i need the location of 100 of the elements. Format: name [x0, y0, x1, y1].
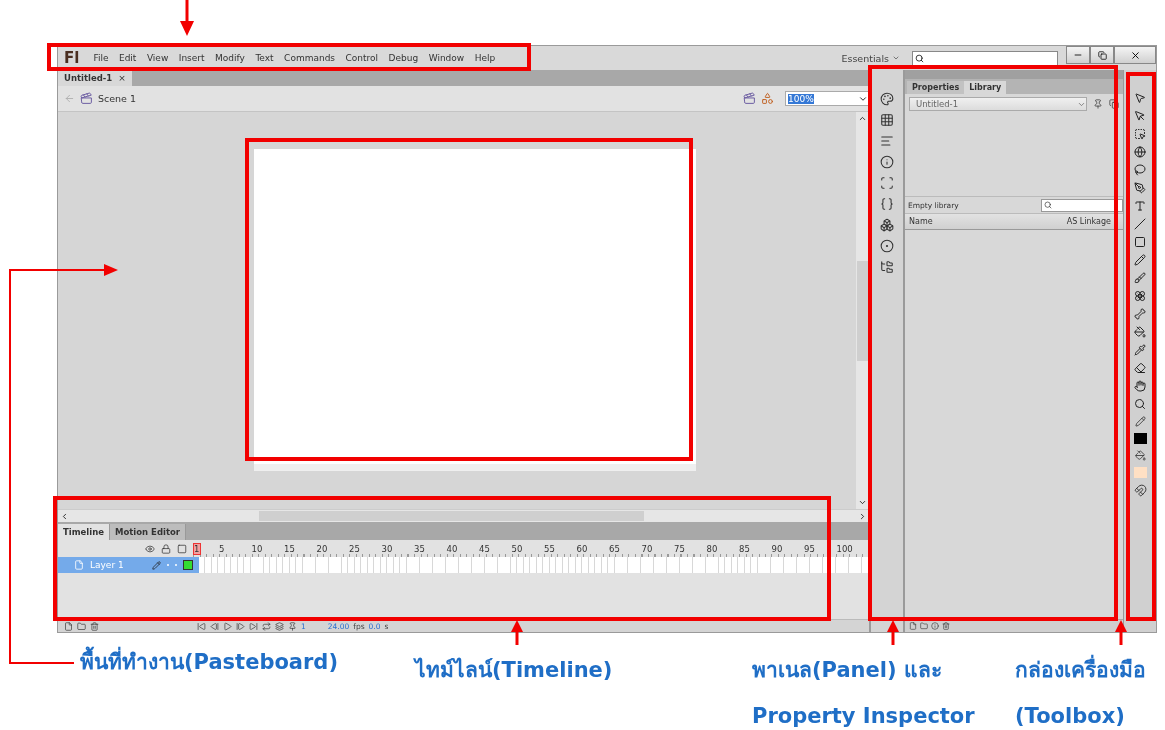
eraser-icon[interactable]: [1134, 362, 1146, 374]
scroll-thumb[interactable]: [857, 260, 868, 361]
workspace-switcher[interactable]: Essentials: [841, 52, 900, 64]
align-icon[interactable]: [880, 134, 894, 148]
brush-icon[interactable]: [1134, 272, 1146, 284]
dots-icon[interactable]: [880, 239, 894, 253]
menu-item[interactable]: View: [146, 53, 169, 63]
annotation-label: (Toolbox): [1015, 703, 1126, 730]
lasso-icon[interactable]: [1134, 164, 1146, 176]
bone-icon[interactable]: [1134, 308, 1146, 320]
menu-item[interactable]: Edit: [118, 53, 137, 63]
chevron-right-icon[interactable]: [858, 511, 867, 521]
menu-item[interactable]: File: [93, 53, 109, 63]
frame-number: 100: [836, 543, 854, 554]
new-layer-icon[interactable]: [64, 621, 73, 631]
outline-swatch[interactable]: [183, 560, 193, 570]
close-button[interactable]: [1114, 46, 1156, 64]
panel-tab[interactable]: Properties: [907, 81, 965, 94]
annotation-arrow: [511, 620, 523, 645]
sphere-icon[interactable]: [1134, 146, 1146, 158]
menu-item[interactable]: Insert: [178, 53, 205, 63]
menu-item[interactable]: Text: [255, 53, 274, 63]
menu-item[interactable]: Window: [428, 53, 465, 63]
search-icon: [915, 53, 924, 63]
eye-icon[interactable]: [145, 543, 155, 554]
menu-item[interactable]: Debug: [388, 53, 419, 63]
frame-number: 60: [576, 543, 589, 554]
app-logo: Fl: [64, 49, 80, 67]
scene-name: Scene 1: [98, 93, 137, 104]
edit-symbol-icon[interactable]: [761, 92, 774, 105]
lock-icon[interactable]: [161, 543, 171, 554]
arrow-pointer-icon[interactable]: [1134, 92, 1146, 104]
color-swatch[interactable]: [1133, 433, 1147, 444]
chevron-left-icon[interactable]: [60, 511, 69, 521]
magnet-icon[interactable]: [1133, 484, 1147, 497]
frame-number: 95: [804, 543, 816, 554]
rectangle-icon[interactable]: [1134, 236, 1146, 248]
hand-icon[interactable]: [1134, 380, 1146, 392]
panel-tab[interactable]: Library: [964, 81, 1007, 94]
frame-number: 20: [316, 543, 329, 554]
zoom-field[interactable]: 100%: [785, 91, 869, 106]
document-dropdown[interactable]: Untitled-1: [909, 97, 1087, 111]
menu-item[interactable]: Control: [345, 53, 379, 63]
close-icon: [1129, 49, 1141, 61]
horizontal-scrollbar[interactable]: [58, 509, 869, 522]
eyedropper-icon[interactable]: [1134, 344, 1146, 356]
step-back-icon[interactable]: [210, 621, 219, 631]
new-symbol-icon[interactable]: [909, 622, 917, 630]
column-header[interactable]: Name: [909, 217, 1067, 226]
edit-scene-icon[interactable]: [743, 92, 756, 105]
pen-icon[interactable]: [1134, 182, 1146, 194]
new-library-icon[interactable]: [1109, 99, 1119, 109]
pencil-icon[interactable]: [1134, 254, 1146, 266]
cubes-icon[interactable]: [880, 218, 894, 232]
panel-tab[interactable]: Timeline: [58, 524, 110, 540]
folder-icon[interactable]: [77, 621, 86, 631]
column-header[interactable]: AS Linkage: [1066, 217, 1111, 226]
trash-icon[interactable]: [90, 621, 99, 631]
last-frame-icon[interactable]: [249, 621, 258, 631]
panel-tab[interactable]: Motion Editor: [110, 524, 186, 540]
menu-item[interactable]: Modify: [215, 53, 245, 63]
pin-icon[interactable]: [1093, 99, 1103, 109]
search-field[interactable]: [912, 50, 1058, 66]
info-icon[interactable]: [880, 155, 894, 169]
menu-item[interactable]: Help: [474, 53, 496, 63]
text-tool-icon[interactable]: [1134, 200, 1146, 212]
flower-icon[interactable]: [1134, 290, 1146, 302]
annotation-label: Property Inspector: [752, 703, 976, 730]
palette-icon[interactable]: [880, 92, 894, 106]
first-frame-icon[interactable]: [197, 621, 206, 631]
loop-icon[interactable]: [262, 621, 271, 631]
frame-number: 45: [479, 543, 491, 554]
folder-icon[interactable]: [880, 260, 894, 274]
new-folder-icon[interactable]: [920, 622, 928, 630]
marker-icon[interactable]: [288, 621, 297, 631]
restore-button[interactable]: [1090, 46, 1114, 64]
minimize-button[interactable]: [1066, 46, 1090, 64]
frame-cells[interactable]: [199, 557, 869, 573]
zoom-icon[interactable]: [1134, 398, 1146, 410]
chevron-down-icon[interactable]: [858, 498, 867, 507]
paint-bucket-icon[interactable]: [1134, 450, 1146, 461]
transform-icon[interactable]: [880, 176, 894, 190]
paint-bucket-icon[interactable]: [1134, 326, 1146, 338]
delete-icon[interactable]: [942, 622, 950, 630]
scroll-thumb[interactable]: [259, 511, 644, 521]
code-icon[interactable]: [880, 197, 894, 211]
grid-icon[interactable]: [880, 113, 894, 127]
color-swatch[interactable]: [1133, 467, 1147, 478]
transform-pointer-icon[interactable]: [1134, 128, 1146, 140]
clapperboard-icon[interactable]: [80, 92, 93, 105]
step-forward-icon[interactable]: [236, 621, 245, 631]
line-icon[interactable]: [1134, 218, 1146, 230]
play-icon[interactable]: [223, 621, 232, 631]
onion-skin-icon[interactable]: [275, 621, 284, 631]
chevron-up-icon[interactable]: [858, 114, 867, 123]
subselect-pointer-icon[interactable]: [1134, 110, 1146, 122]
outline-icon[interactable]: [177, 543, 187, 554]
properties-icon[interactable]: [931, 622, 939, 630]
library-search-field[interactable]: [1041, 198, 1123, 212]
menu-item[interactable]: Commands: [284, 53, 336, 63]
